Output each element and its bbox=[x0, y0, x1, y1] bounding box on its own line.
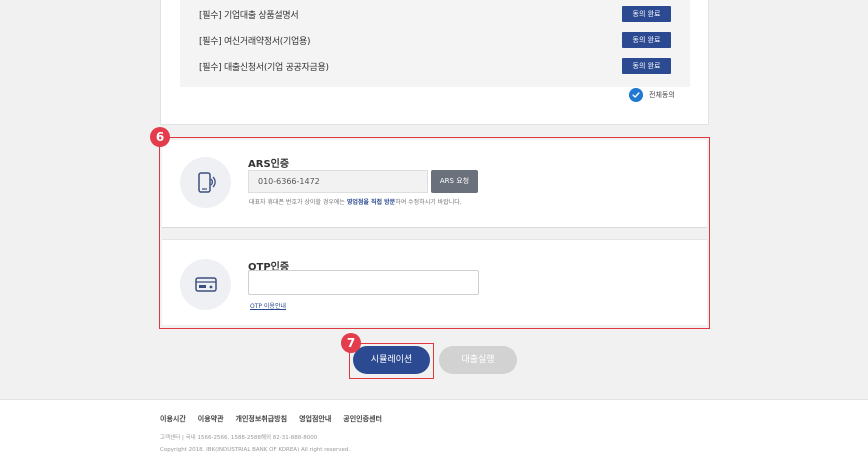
ars-request-button[interactable]: ARS 요청 bbox=[431, 170, 478, 193]
agree-complete-button[interactable]: 동의 완료 bbox=[622, 32, 671, 48]
agreement-row: [필수] 기업대출 상품설명서 동의 완료 bbox=[180, 1, 690, 27]
ars-title: ARS인증 bbox=[248, 159, 290, 170]
agree-complete-button[interactable]: 동의 완료 bbox=[622, 6, 671, 22]
checkmark-icon bbox=[629, 88, 643, 102]
otp-input[interactable] bbox=[248, 270, 479, 295]
agree-all-checkbox[interactable]: 전체동의 bbox=[629, 87, 675, 103]
phone-number-field[interactable]: 010-6366-1472 bbox=[248, 170, 428, 193]
footer-link-privacy[interactable]: 개인정보취급방침 bbox=[236, 414, 288, 424]
footer-link-cert-center[interactable]: 공인인증센터 bbox=[343, 414, 382, 424]
notice-text: 대표자 휴대폰 번호가 상이할 경우에는 bbox=[249, 199, 347, 206]
phone-icon bbox=[180, 157, 231, 208]
execute-loan-button[interactable]: 대출실행 bbox=[439, 346, 517, 374]
simulate-button[interactable]: 시뮬레이션 bbox=[353, 346, 430, 374]
footer-copyright: Copyright 2018. IBK(INDUSTRIAL BANK OF K… bbox=[160, 447, 351, 453]
footer-links: 이용시간 이용약관 개인정보취급방침 영업점안내 공인인증센터 bbox=[160, 414, 394, 424]
footer-link-hours[interactable]: 이용시간 bbox=[160, 414, 186, 424]
agree-all-label: 전체동의 bbox=[649, 91, 675, 99]
footer-link-terms[interactable]: 이용약관 bbox=[198, 414, 224, 424]
agreement-label[interactable]: [필수] 기업대출 상품설명서 bbox=[199, 8, 299, 21]
footer-contact: 고객센터 | 국내 1566-2566, 1588-2588해외 82-31-8… bbox=[160, 435, 318, 441]
otp-card-icon bbox=[180, 259, 231, 310]
agree-complete-button[interactable]: 동의 완료 bbox=[622, 58, 671, 74]
footer-link-branches[interactable]: 영업점안내 bbox=[299, 414, 331, 424]
branch-visit-link: 영업점을 직접 방문 bbox=[346, 199, 396, 206]
otp-guide-link[interactable]: OTP 이용안내 bbox=[250, 301, 286, 310]
agreement-list: [필수] 기업대출 상품설명서 동의 완료 [필수] 여신거래약정서(기업용) … bbox=[180, 0, 690, 87]
agreement-card: [필수] 기업대출 상품설명서 동의 완료 [필수] 여신거래약정서(기업용) … bbox=[160, 0, 709, 125]
ars-notice: 대표자 휴대폰 번호가 상이할 경우에는 영업점을 직접 방문하여 수정하시기 … bbox=[249, 197, 462, 206]
otp-auth-card: OTP인증 OTP 이용안내 bbox=[162, 240, 707, 325]
notice-text: 하여 수정하시기 바랍니다. bbox=[395, 199, 462, 206]
agreement-label[interactable]: [필수] 여신거래약정서(기업용) bbox=[199, 34, 310, 47]
agreement-label[interactable]: [필수] 대출신청서(기업 공공자금용) bbox=[199, 60, 329, 73]
step-badge: 7 bbox=[341, 333, 361, 353]
agreement-row: [필수] 여신거래약정서(기업용) 동의 완료 bbox=[180, 27, 690, 53]
ars-auth-card: ARS인증 010-6366-1472 ARS 요청 대표자 휴대폰 번호가 상… bbox=[162, 140, 707, 227]
step-badge: 6 bbox=[150, 127, 170, 147]
footer: 이용시간 이용약관 개인정보취급방침 영업점안내 공인인증센터 고객센터 | 국… bbox=[0, 399, 868, 473]
auth-section-highlight: ARS인증 010-6366-1472 ARS 요청 대표자 휴대폰 번호가 상… bbox=[159, 137, 710, 329]
agreement-row: [필수] 대출신청서(기업 공공자금용) 동의 완료 bbox=[180, 53, 690, 79]
section-divider bbox=[162, 227, 707, 240]
